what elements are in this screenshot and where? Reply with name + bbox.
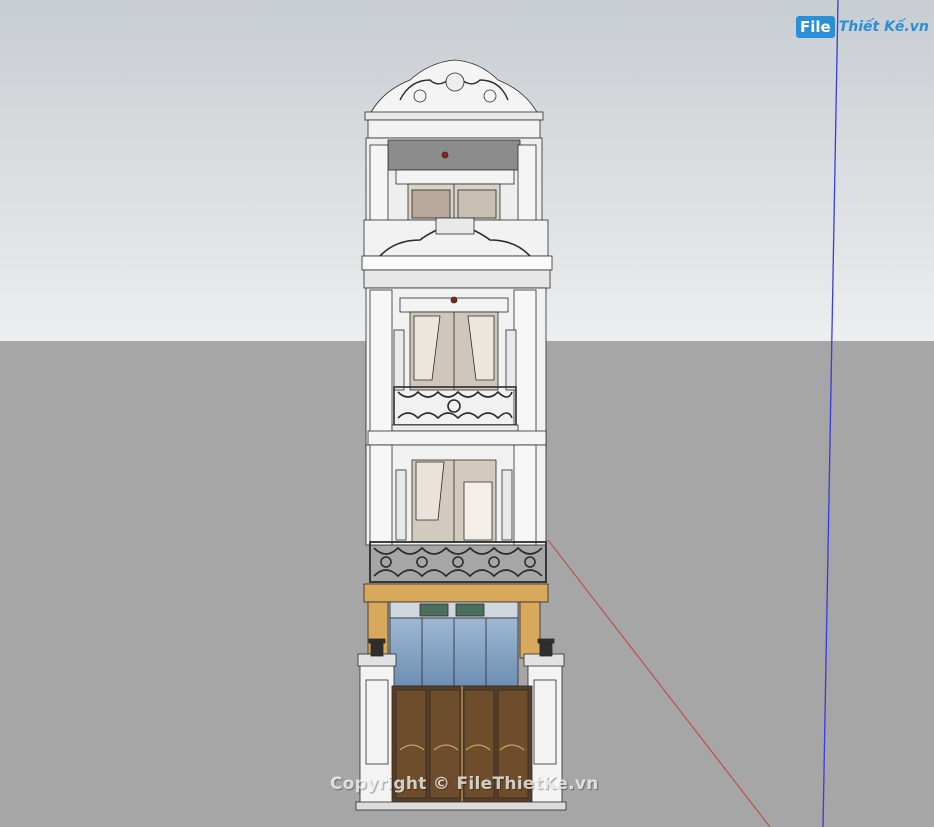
pillar-left-3 — [369, 289, 393, 451]
viewport-scene — [0, 0, 934, 827]
townhouse-model — [355, 59, 567, 811]
top-pillar-left — [369, 144, 389, 223]
logo-mark: File — [796, 16, 835, 38]
wood-beam — [363, 583, 549, 603]
copyright-watermark: Copyright © FileThietKe.vn — [330, 774, 599, 794]
ornamental-crest-middle — [361, 217, 553, 289]
site-logo[interactable]: File Thiết Kế.vn — [796, 14, 929, 40]
top-pillar-right — [517, 144, 537, 223]
logo-text: Thiết Kế.vn — [838, 19, 929, 35]
top-ceiling — [387, 139, 521, 171]
lamp-icon-left — [368, 638, 386, 657]
base-step — [355, 801, 567, 811]
glass-upper — [389, 601, 519, 619]
lamp-icon-right — [537, 638, 555, 657]
